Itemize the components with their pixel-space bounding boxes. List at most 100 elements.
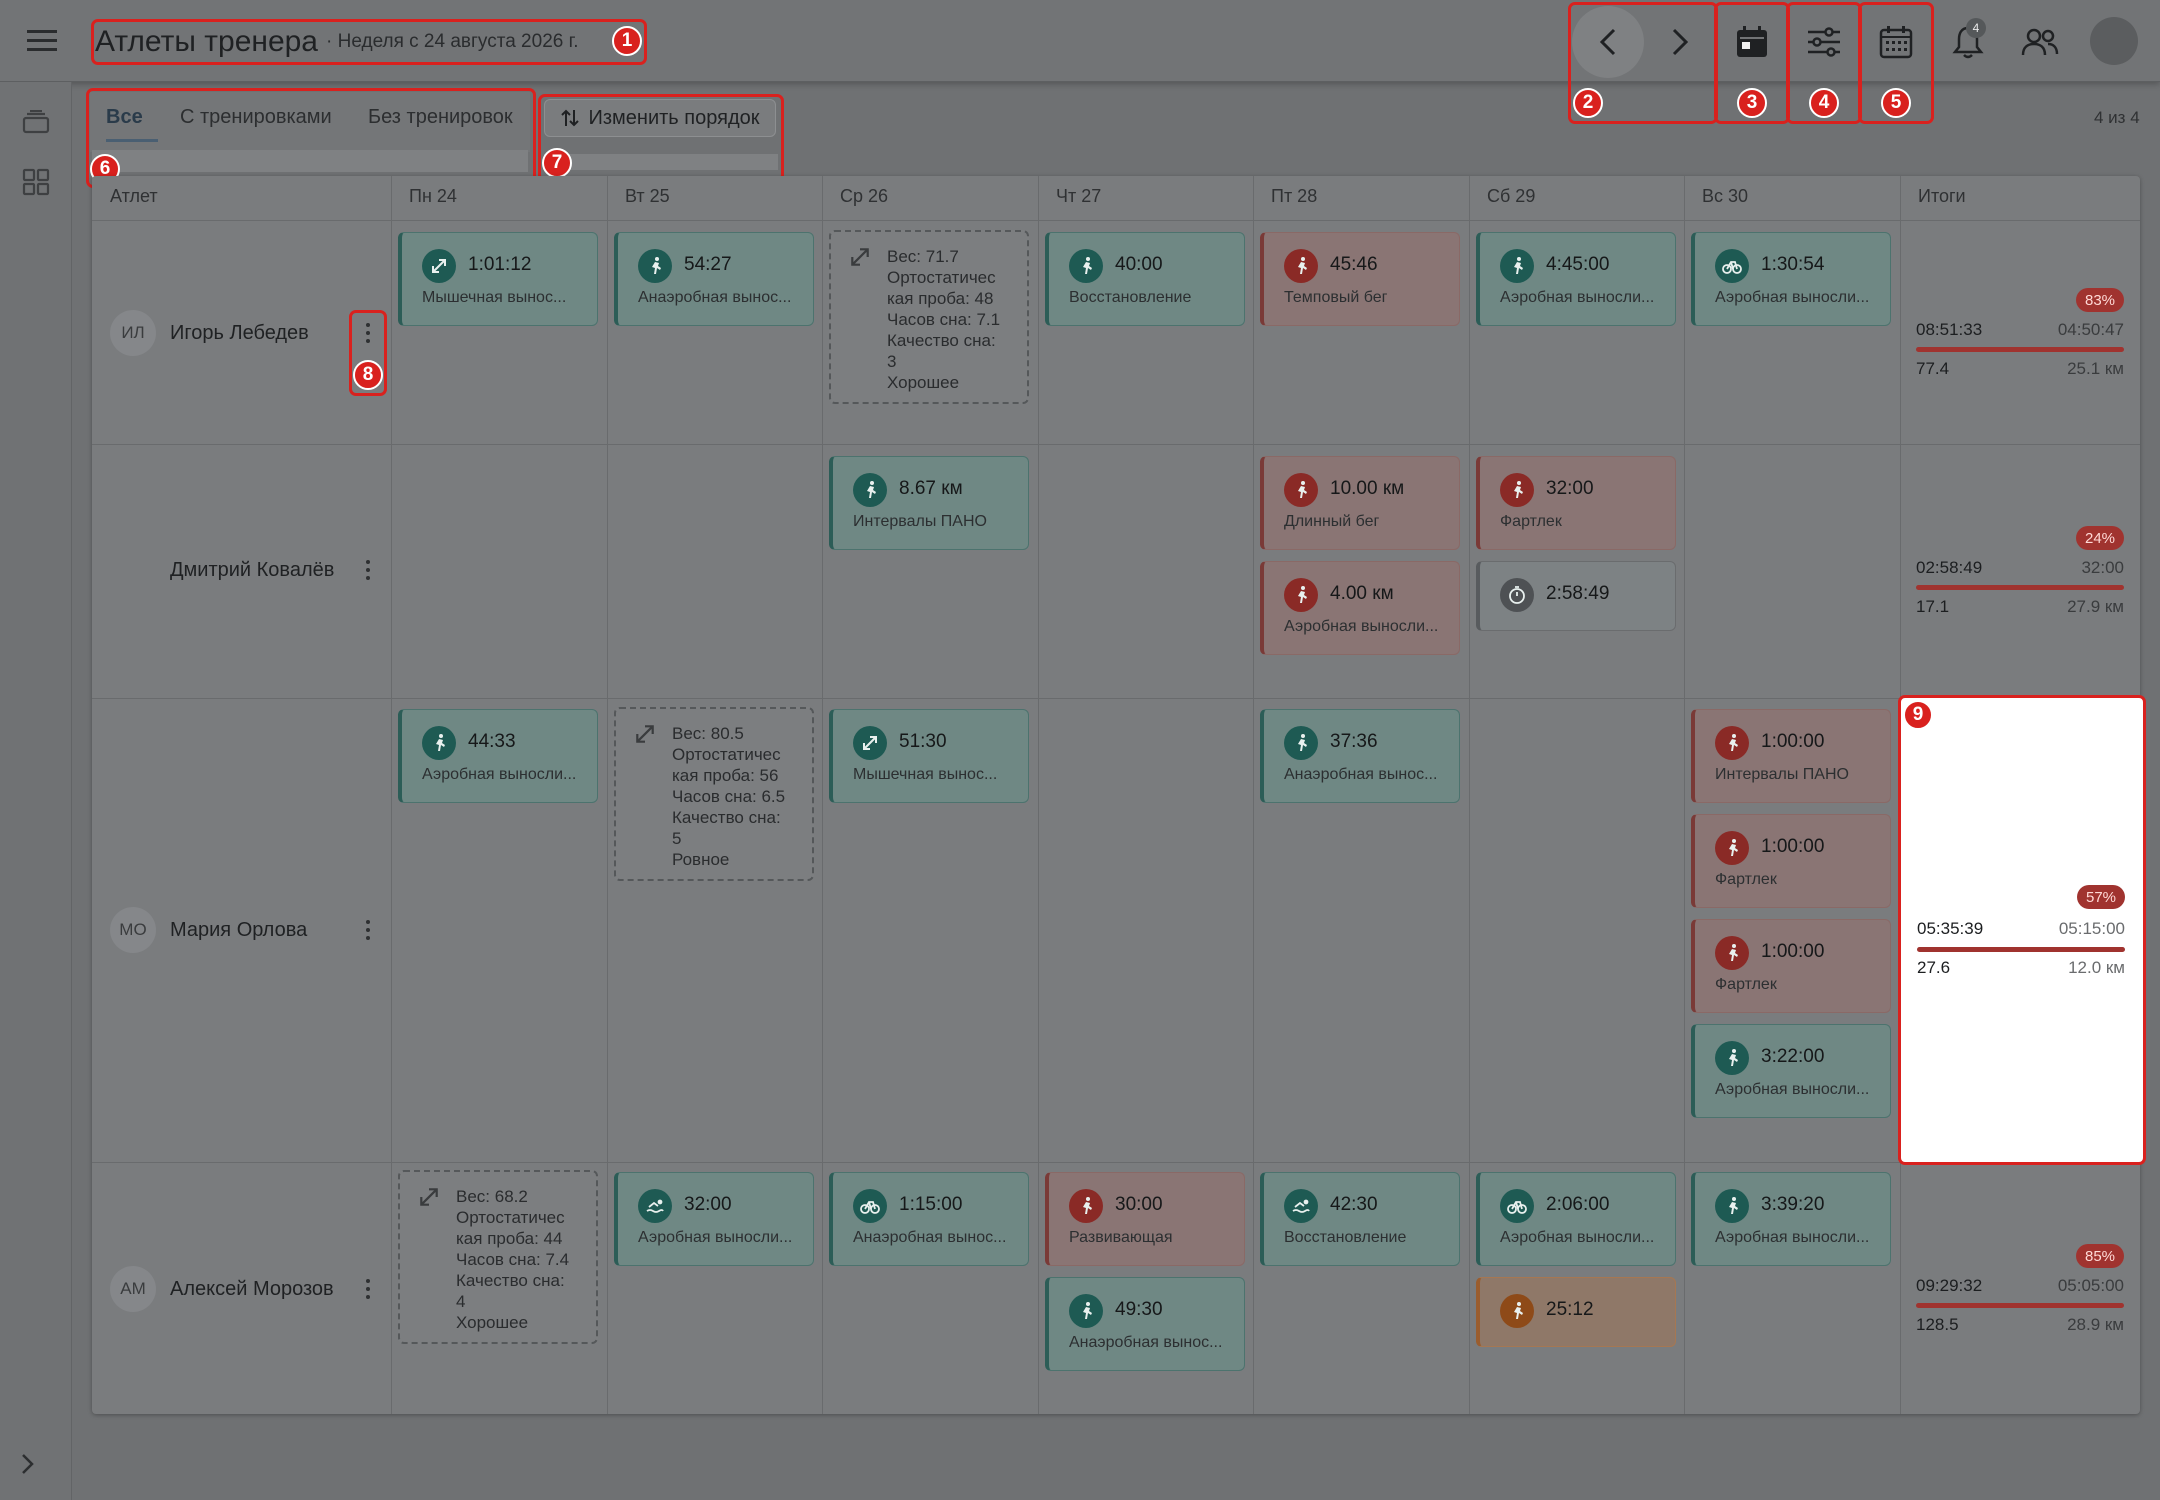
marker-7: 7 [542, 148, 572, 178]
workout-value: 1:01:12 [468, 254, 532, 275]
workout-card[interactable]: 54:27 Анаэробная вынос... [614, 232, 814, 326]
workout-card[interactable]: 3:39:20 Аэробная выносли... [1691, 1172, 1891, 1266]
planned-time: 04:50:47 [2057, 320, 2124, 339]
workout-card[interactable]: 3:22:00 Аэробная выносли... [1691, 1024, 1891, 1118]
divider [92, 698, 2140, 699]
workout-card[interactable]: 49:30 Анаэробная вынос... [1045, 1277, 1245, 1371]
workout-type: Аэробная выносли... [422, 766, 577, 783]
workout-card[interactable]: 1:00:00 Фартлек [1691, 814, 1891, 908]
workout-card[interactable]: 44:33 Аэробная выносли... [398, 709, 598, 803]
column-header-totals: Итоги [1918, 186, 1966, 206]
stack-icon[interactable] [18, 104, 54, 140]
total-load: 27.6 [1917, 958, 1951, 977]
notifications-button[interactable] [1932, 6, 2004, 78]
workout-card[interactable]: 25:12 [1476, 1277, 1676, 1347]
chevron-right-icon[interactable] [20, 1452, 36, 1481]
workout-card[interactable]: 10.00 км Длинный бег [1260, 456, 1460, 550]
workout-type: Аэробная выносли... [1715, 1229, 1870, 1246]
workout-card[interactable]: 4.00 км Аэробная выносли... [1260, 561, 1460, 655]
workout-card[interactable]: 8.67 км Интервалы ПАНО [829, 456, 1029, 550]
run-icon [1500, 1294, 1534, 1328]
workout-type: Фартлек [1715, 871, 1777, 888]
workout-card[interactable]: 32:00 Аэробная выносли... [614, 1172, 814, 1266]
workout-value: 2:58:49 [1546, 583, 1610, 604]
athlete-name: Игорь Лебедев [170, 321, 309, 344]
divider [822, 176, 823, 1414]
planned-time: 05:15:00 [2058, 919, 2125, 938]
workout-value: 10.00 км [1330, 478, 1405, 499]
marker-8: 8 [353, 360, 383, 390]
dashboard-grid-icon[interactable] [18, 164, 54, 200]
athlete-row-header[interactable]: АМ Алексей Морозов [110, 1265, 334, 1313]
avatar: МО [110, 907, 156, 953]
menu-icon[interactable] [18, 20, 66, 62]
divider [607, 176, 608, 1414]
workout-card[interactable]: 1:15:00 Анаэробная вынос... [829, 1172, 1029, 1266]
workout-value: 45:46 [1330, 254, 1378, 275]
workout-card[interactable]: 30:00 Развивающая [1045, 1172, 1245, 1266]
workout-type: Аэробная выносли... [1715, 289, 1870, 306]
workout-value: 4:45:00 [1546, 254, 1610, 275]
workout-card[interactable]: 45:46 Темповый бег [1260, 232, 1460, 326]
workout-card[interactable]: 1:00:00 Интервалы ПАНО [1691, 709, 1891, 803]
week-totals: 83% 08:51:33 04:50:47 77.4 25.1 км [1916, 288, 2124, 388]
wellness-note[interactable]: Вес: 80.5 Ортостатичес кая проба: 56 Часов … [614, 707, 814, 881]
workout-value: 1:00:00 [1761, 836, 1825, 857]
workout-card[interactable]: 37:36 Анаэробная вынос... [1260, 709, 1460, 803]
expand-icon [418, 1186, 440, 1213]
workout-type: Интервалы ПАНО [1715, 766, 1849, 783]
column-header-mon: Пн 24 [409, 186, 457, 206]
total-time: 08:51:33 [1916, 320, 1983, 339]
completion-bar [1917, 947, 2125, 952]
wellness-note[interactable]: Вес: 71.7 Ортостатичес кая проба: 48 Часов … [829, 230, 1029, 404]
run-icon [422, 726, 456, 760]
athlete-row-header[interactable]: ИЛ Игорь Лебедев [110, 309, 309, 357]
workout-type: Восстановление [1069, 289, 1192, 306]
athletes-button[interactable] [2004, 6, 2076, 78]
workout-card[interactable]: 1:01:12 Мышечная вынос... [398, 232, 598, 326]
completion-badge: 83% [2076, 288, 2124, 312]
more-options-icon[interactable] [356, 555, 380, 585]
workout-type: Фартлек [1715, 976, 1777, 993]
bike-icon [1500, 1189, 1534, 1223]
user-avatar[interactable] [2090, 17, 2138, 65]
column-header-athlete: Атлет [110, 186, 158, 206]
workout-card[interactable]: 1:30:54 Аэробная выносли... [1691, 232, 1891, 326]
workout-card[interactable]: 42:30 Восстановление [1260, 1172, 1460, 1266]
workout-value: 49:30 [1115, 1299, 1163, 1320]
workout-value: 37:36 [1330, 731, 1378, 752]
workout-card[interactable]: 2:58:49 [1476, 561, 1676, 631]
athlete-row-header[interactable]: Дмитрий Ковалёв [110, 546, 334, 594]
column-header-wed: Ср 26 [840, 186, 889, 206]
marker-4: 4 [1809, 88, 1839, 118]
workout-card[interactable]: 32:00 Фартлек [1476, 456, 1676, 550]
athlete-name: Дмитрий Ковалёв [170, 558, 335, 581]
workout-value: 3:39:20 [1761, 1194, 1825, 1215]
workout-card[interactable]: 1:00:00 Фартлек [1691, 919, 1891, 1013]
divider [1684, 176, 1685, 1414]
more-options-icon[interactable] [356, 1274, 380, 1304]
workout-card[interactable]: 51:30 Мышечная вынос... [829, 709, 1029, 803]
total-time: 05:35:39 [1917, 919, 1984, 938]
workout-value: 54:27 [684, 254, 732, 275]
workout-type: Длинный бег [1284, 513, 1380, 530]
workout-type: Развивающая [1069, 1229, 1173, 1246]
workout-value: 42:30 [1330, 1194, 1378, 1215]
avatar: АМ [110, 1266, 156, 1312]
run-icon [853, 473, 887, 507]
more-options-icon[interactable] [356, 915, 380, 945]
workout-card[interactable]: 2:06:00 Аэробная выносли... [1476, 1172, 1676, 1266]
workout-type: Аэробная выносли... [1500, 1229, 1655, 1246]
workout-card[interactable]: 4:45:00 Аэробная выносли... [1476, 232, 1676, 326]
workout-card[interactable]: 40:00 Восстановление [1045, 232, 1245, 326]
divider [92, 1162, 2140, 1163]
wellness-note[interactable]: Вес: 68.2 Ортостатичес кая проба: 44 Часов … [398, 1170, 598, 1344]
marker-5: 5 [1881, 88, 1911, 118]
athlete-row-header[interactable]: МО Мария Орлова [110, 906, 307, 954]
workout-value: 1:00:00 [1761, 941, 1825, 962]
bike-icon [1715, 249, 1749, 283]
divider [1038, 176, 1039, 1414]
total-distance: 25.1 км [2067, 359, 2124, 378]
workout-value: 40:00 [1115, 254, 1163, 275]
marker-1: 1 [612, 26, 642, 56]
